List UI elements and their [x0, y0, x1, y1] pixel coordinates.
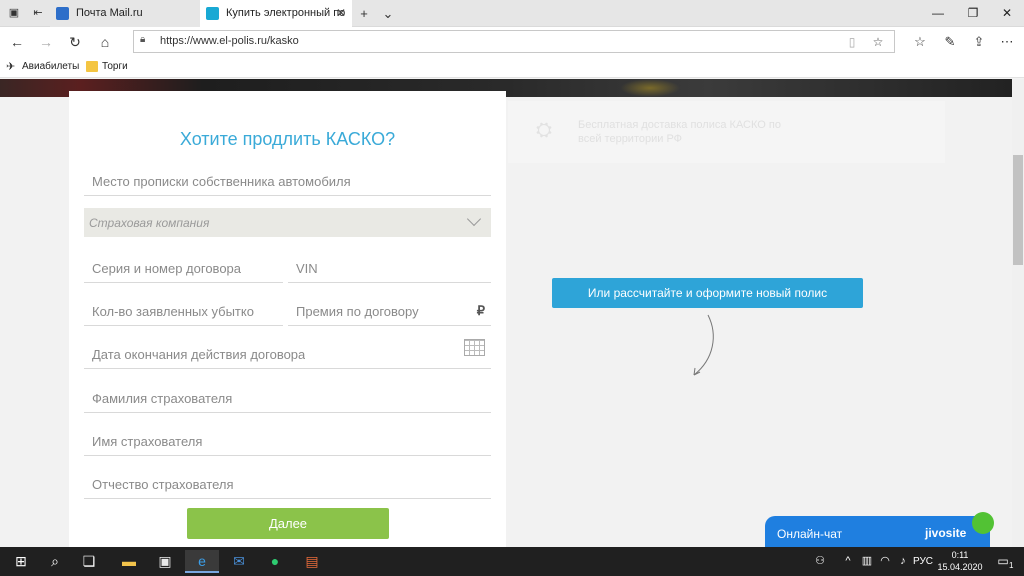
set-aside-tabs-icon[interactable]: ⇤ — [28, 4, 48, 22]
chat-label: Онлайн-чат — [777, 527, 843, 541]
minimize-icon[interactable]: — — [921, 0, 955, 27]
window-close-icon[interactable]: ✕ — [990, 0, 1024, 27]
forward-icon[interactable]: → — [35, 31, 57, 53]
middle-name-placeholder: Отчество страхователя — [92, 477, 234, 492]
notification-count: 1 — [1009, 561, 1014, 570]
address-bar[interactable]: 🔒︎ https://www.el-polis.ru/kasko ▯ ☆ — [133, 30, 895, 53]
registration-field[interactable]: Место прописки собственника автомобиля — [84, 160, 491, 196]
renew-kasko-form: Хотите продлить КАСКО? Место прописки со… — [69, 91, 506, 547]
tab-actions-icon[interactable]: ▣ — [4, 4, 24, 22]
info-text: Бесплатная доставка полиса КАСКО по всей… — [578, 119, 781, 145]
calculate-new-policy-button[interactable]: Или рассчитайте и оформите новый полис — [552, 278, 863, 308]
insurer-select[interactable]: Страховая компания — [84, 208, 491, 237]
chat-status-dot — [972, 512, 994, 534]
plane-icon: ✈ — [6, 61, 16, 73]
tray-chevron-up-icon[interactable]: ^ — [839, 553, 857, 569]
lock-icon: 🔒︎ — [140, 34, 146, 45]
tab-preview-chevron-icon[interactable]: ⌄ — [377, 4, 399, 23]
network-icon[interactable]: ▥ — [858, 553, 876, 569]
first-name-field[interactable]: Имя страхователя — [84, 420, 491, 456]
task-view-icon[interactable]: ❏ — [72, 550, 106, 573]
share-icon[interactable]: ⇪ — [968, 31, 990, 53]
online-chat-widget[interactable]: Онлайн-чат jivosite — [765, 512, 994, 547]
favorite-star-icon[interactable]: ☆ — [868, 33, 888, 51]
more-icon[interactable]: ⋯ — [996, 31, 1018, 53]
language-indicator[interactable]: РУС — [913, 547, 933, 576]
wifi-icon[interactable]: ◠ — [876, 553, 894, 569]
expiry-date-field[interactable]: Дата окончания действия договора — [84, 333, 491, 369]
refresh-icon[interactable]: ↻ — [64, 31, 86, 53]
clock-time: 0:11 — [951, 550, 969, 560]
page-scrollbar[interactable] — [1012, 79, 1024, 547]
volume-icon[interactable]: ♪ — [894, 553, 912, 569]
start-windows-icon[interactable]: ⊞ — [4, 550, 38, 573]
favorite-aviabilety-label: Авиабилеты — [22, 61, 80, 72]
curved-arrow-icon — [693, 314, 714, 376]
ruble-icon: ₽ — [476, 303, 485, 318]
document-icon[interactable]: ▤ — [295, 550, 329, 573]
mail-favicon-icon — [56, 7, 69, 20]
claims-count-placeholder: Кол-во заявленных убытко — [92, 304, 254, 319]
contract-number-field[interactable]: Серия и номер договора — [84, 247, 283, 283]
premium-placeholder: Премия по договору — [296, 304, 419, 319]
form-title: Хотите продлить КАСКО? — [179, 129, 396, 149]
favorite-aviabilety[interactable]: ✈ Авиабилеты — [6, 56, 79, 78]
el-polis-favicon-icon — [206, 7, 219, 20]
edge-icon[interactable]: e — [185, 550, 219, 573]
close-tab-icon[interactable]: ✕ — [336, 0, 346, 27]
vin-placeholder: VIN — [296, 261, 318, 276]
contract-number-placeholder: Серия и номер договора — [92, 261, 242, 276]
folder-icon — [86, 61, 98, 72]
pen-icon[interactable]: ✎ — [939, 31, 961, 53]
home-icon[interactable]: ⌂ — [94, 31, 116, 53]
windows-taskbar: ⊞ ⌕ ❏ ▬ ▣ e ✉ ● ▤ ⚇ ^ ▥ ◠ ♪ РУС 0:11 15.… — [0, 547, 1024, 576]
insurer-placeholder: Страховая компания — [89, 216, 210, 230]
browser-tab-bar: ▣ ⇤ Почта Mail.ru Купить электронный по … — [0, 0, 1024, 27]
restore-icon[interactable]: ❐ — [956, 0, 990, 27]
first-name-placeholder: Имя страхователя — [92, 434, 203, 449]
tab-mail[interactable]: Почта Mail.ru — [50, 0, 200, 27]
last-name-placeholder: Фамилия страхователя — [92, 391, 233, 406]
back-icon[interactable]: ← — [6, 31, 28, 53]
mail-icon[interactable]: ✉ — [222, 550, 256, 573]
reading-view-icon[interactable]: ▯ — [842, 33, 862, 51]
middle-name-field[interactable]: Отчество страхователя — [84, 463, 491, 499]
search-icon[interactable]: ⌕ — [38, 550, 72, 573]
tab-mail-label: Почта Mail.ru — [76, 7, 143, 19]
last-name-field[interactable]: Фамилия страхователя — [84, 377, 491, 413]
taskbar-clock[interactable]: 0:11 15.04.2020 — [936, 549, 984, 573]
tab-el-polis[interactable]: Купить электронный по ✕ — [200, 0, 352, 27]
jivosite-logo: jivosite — [925, 526, 967, 540]
whatsapp-icon[interactable]: ● — [258, 550, 292, 573]
favorite-torgi-label: Торги — [102, 61, 128, 72]
favorite-torgi[interactable]: Торги — [86, 56, 128, 78]
next-button[interactable]: Далее — [187, 508, 389, 539]
expiry-date-placeholder: Дата окончания действия договора — [92, 347, 306, 362]
store-icon[interactable]: ▣ — [148, 550, 182, 573]
favorites-bar: ✈ Авиабилеты Торги — [0, 56, 1024, 78]
web-page: ⛭ Бесплатная доставка полиса КАСКО по вс… — [0, 79, 1024, 547]
file-explorer-icon[interactable]: ▬ — [112, 550, 146, 573]
claims-count-field[interactable]: Кол-во заявленных убытко — [84, 290, 283, 326]
premium-field[interactable]: Премия по договору ₽ — [288, 290, 491, 326]
url-text: https://www.el-polis.ru/kasko — [160, 35, 299, 47]
navigation-bar: ← → ↻ ⌂ 🔒︎ https://www.el-polis.ru/kasko… — [0, 27, 1024, 56]
clock-date: 15.04.2020 — [937, 562, 983, 572]
chevron-down-icon — [466, 211, 482, 227]
new-tab-icon[interactable]: + — [353, 4, 375, 23]
vin-field[interactable]: VIN — [288, 247, 491, 283]
calendar-icon[interactable] — [464, 339, 485, 356]
delivery-icon: ⛭ — [536, 119, 552, 141]
registration-placeholder: Место прописки собственника автомобиля — [92, 174, 351, 189]
people-icon[interactable]: ⚇ — [811, 553, 829, 569]
scrollbar-thumb[interactable] — [1013, 155, 1023, 265]
tab-el-polis-label: Купить электронный по — [226, 7, 346, 19]
info-box: ⛭ Бесплатная доставка полиса КАСКО по вс… — [508, 101, 945, 163]
favorites-list-icon[interactable]: ☆ — [909, 31, 931, 53]
